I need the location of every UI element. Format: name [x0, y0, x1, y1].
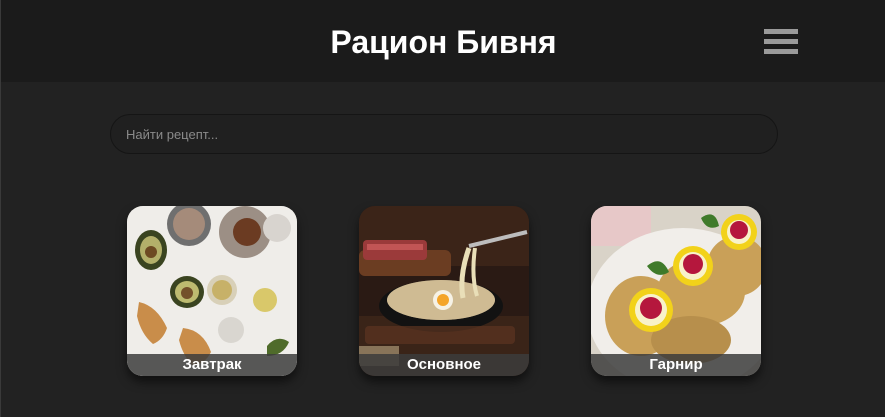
category-label: Завтрак [127, 354, 297, 376]
side-dish-photo [591, 206, 761, 376]
category-label: Гарнир [591, 354, 761, 376]
hamburger-icon-bar [764, 39, 798, 44]
search-input[interactable] [110, 114, 778, 154]
site-title: Рацион Бивня [330, 24, 557, 60]
main-course-photo [359, 206, 529, 376]
category-card-main[interactable]: Основное [359, 206, 529, 376]
category-card-breakfast[interactable]: Завтрак [127, 206, 297, 376]
hamburger-menu-button[interactable] [764, 29, 798, 55]
category-card-side[interactable]: Гарнир [591, 206, 761, 376]
header: Рацион Бивня [1, 0, 885, 82]
page: Рацион Бивня Найти рецепт... Завтрак Осн… [0, 0, 885, 417]
hamburger-icon [764, 29, 798, 34]
category-label: Основное [359, 354, 529, 376]
breakfast-photo [127, 206, 297, 376]
hamburger-icon-bar [764, 49, 798, 54]
